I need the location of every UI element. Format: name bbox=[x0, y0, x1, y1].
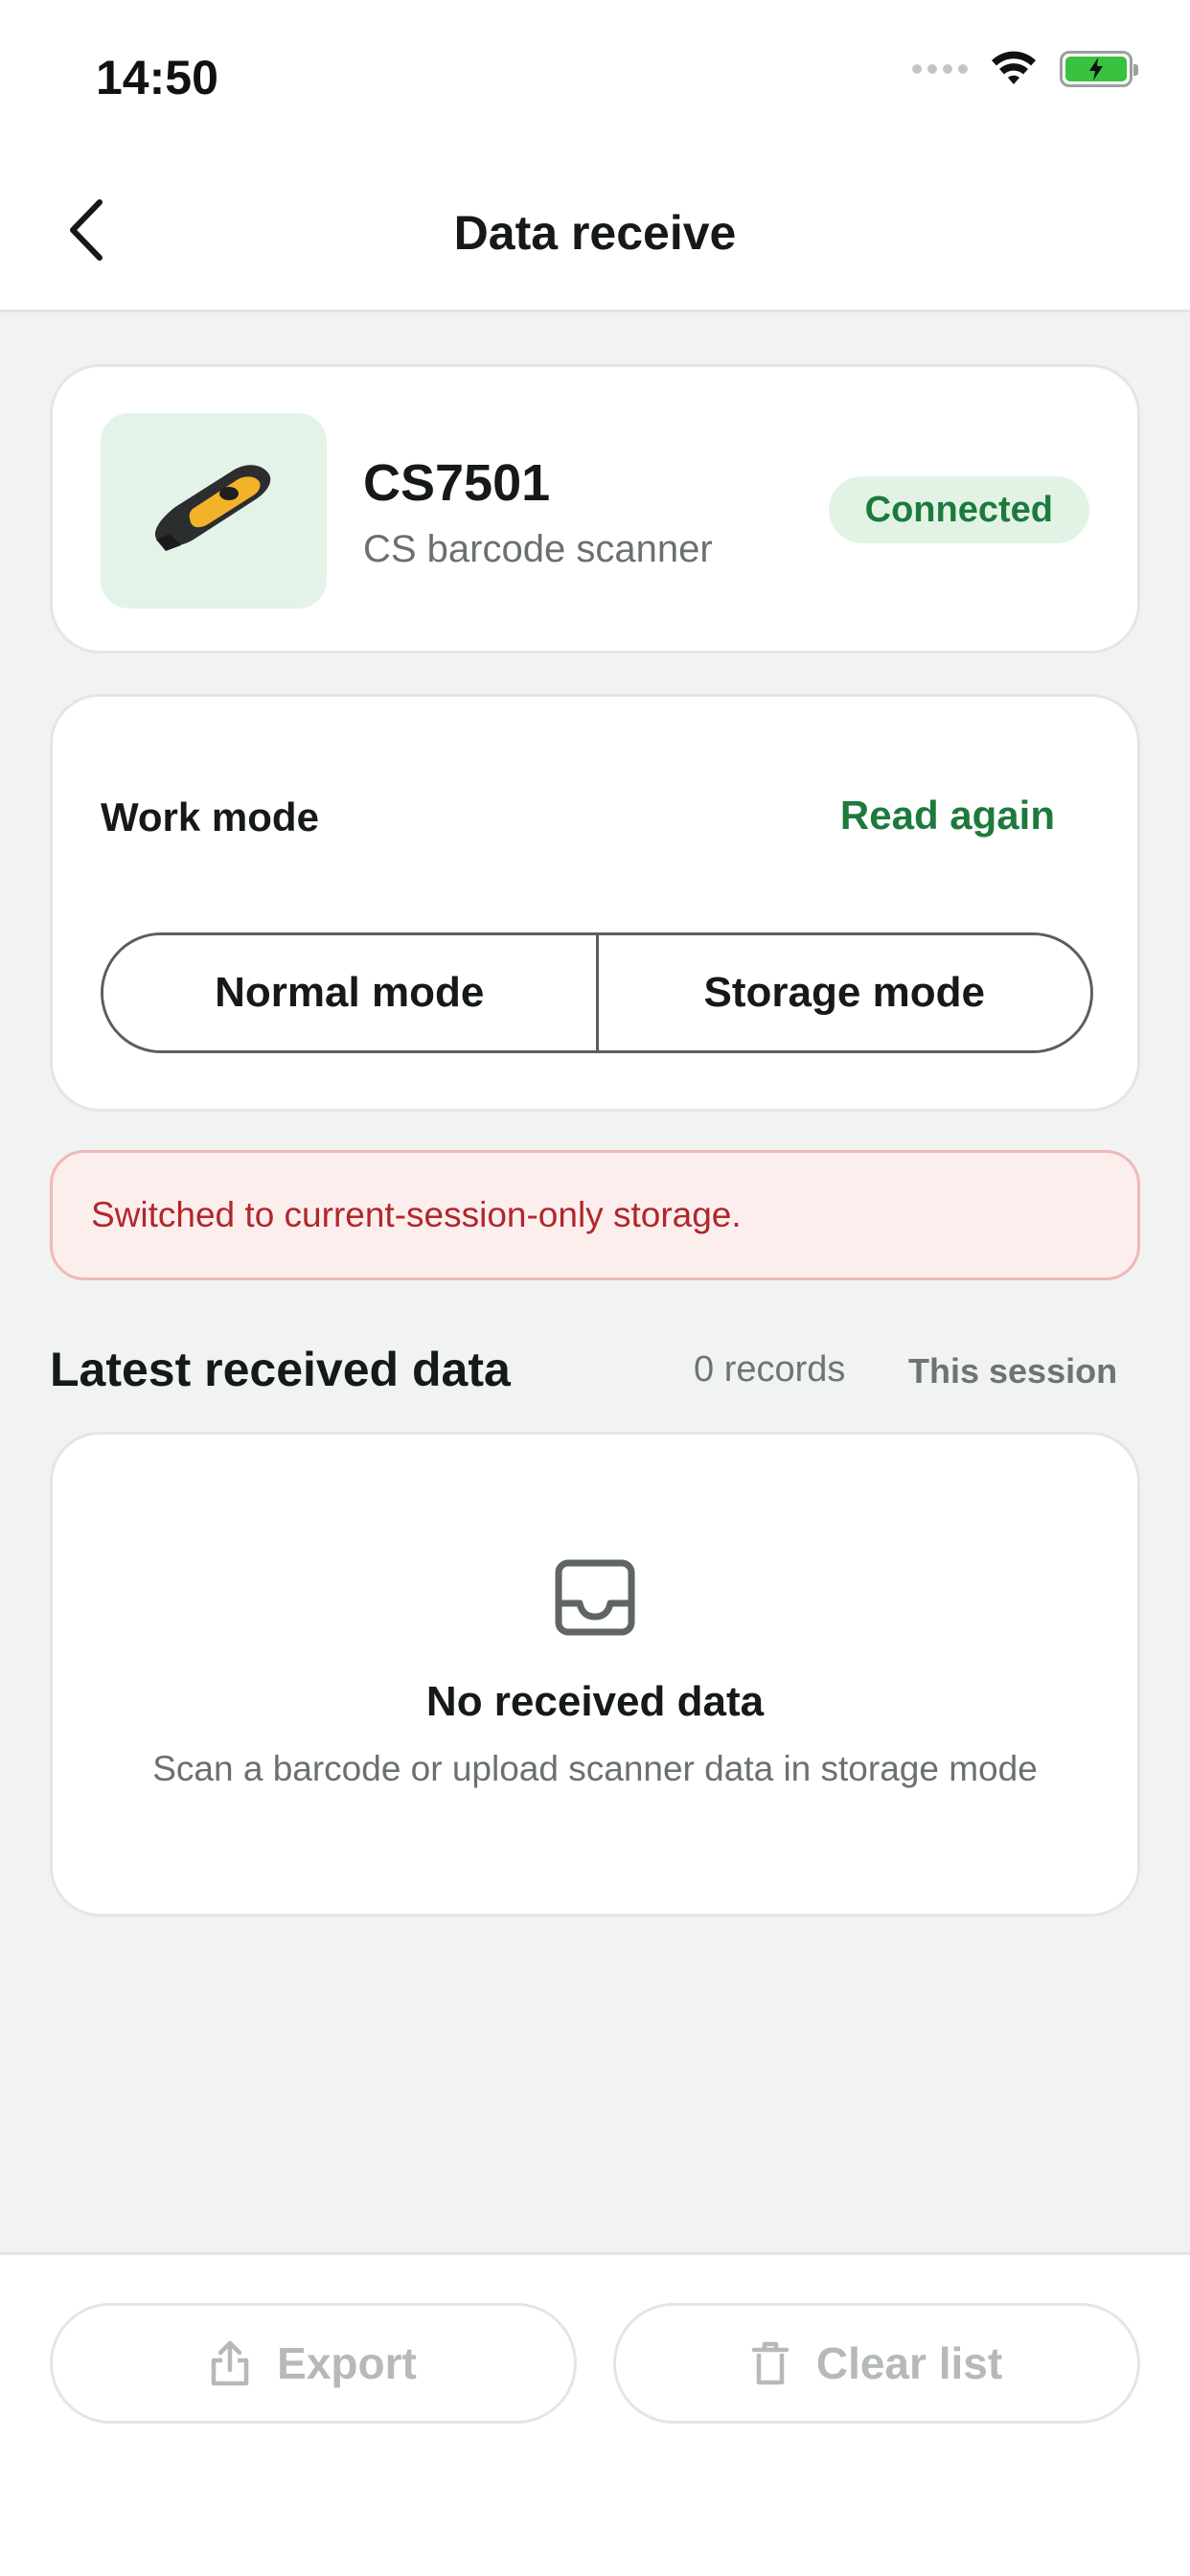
status-time: 14:50 bbox=[96, 51, 218, 104]
read-again-button[interactable]: Read again bbox=[840, 793, 1055, 839]
export-label: Export bbox=[277, 2338, 417, 2388]
storage-alert-message: Switched to current-session-only storage… bbox=[50, 1150, 1140, 1280]
device-card: CS7501 CS barcode scanner Connected bbox=[50, 364, 1140, 654]
device-name: CS7501 bbox=[363, 454, 551, 512]
storage-mode-button[interactable]: Storage mode bbox=[595, 935, 1090, 1050]
connection-status-badge: Connected bbox=[828, 476, 1089, 543]
normal-mode-button[interactable]: Normal mode bbox=[103, 935, 596, 1050]
empty-state-title: No received data bbox=[425, 1678, 765, 1725]
wifi-icon bbox=[992, 51, 1036, 84]
status-icons bbox=[912, 50, 1138, 88]
empty-state-subtitle: Scan a barcode or upload scanner data in… bbox=[152, 1749, 1038, 1788]
work-mode-label: Work mode bbox=[101, 794, 319, 840]
record-count: 0 records bbox=[694, 1349, 846, 1390]
battery-icon bbox=[1060, 51, 1138, 87]
work-mode-card: Work mode Read again Normal mode Storage… bbox=[50, 694, 1140, 1112]
clear-list-label: Clear list bbox=[815, 2338, 1003, 2388]
clear-list-button[interactable]: Clear list bbox=[613, 2303, 1140, 2424]
device-type: CS barcode scanner bbox=[363, 528, 713, 570]
nav-bar: Data receive bbox=[0, 153, 1190, 312]
page-title: Data receive bbox=[453, 206, 737, 260]
export-button[interactable]: Export bbox=[50, 2303, 577, 2424]
inbox-tray-icon bbox=[555, 1559, 635, 1636]
barcode-scanner-icon bbox=[154, 465, 271, 551]
status-bar: 14:50 bbox=[0, 0, 1190, 153]
this-session-filter[interactable]: This session bbox=[908, 1351, 1117, 1392]
bottom-action-bar: Export Clear list bbox=[0, 2252, 1190, 2576]
section-title: Latest received data bbox=[50, 1343, 511, 1396]
cellular-signal-icon bbox=[912, 64, 968, 74]
received-data-card: No received data Scan a barcode or uploa… bbox=[50, 1432, 1140, 1917]
trash-icon bbox=[751, 2341, 790, 2385]
device-image bbox=[101, 413, 327, 609]
work-mode-segmented-control: Normal mode Storage mode bbox=[101, 932, 1093, 1053]
share-upload-icon bbox=[211, 2340, 249, 2386]
